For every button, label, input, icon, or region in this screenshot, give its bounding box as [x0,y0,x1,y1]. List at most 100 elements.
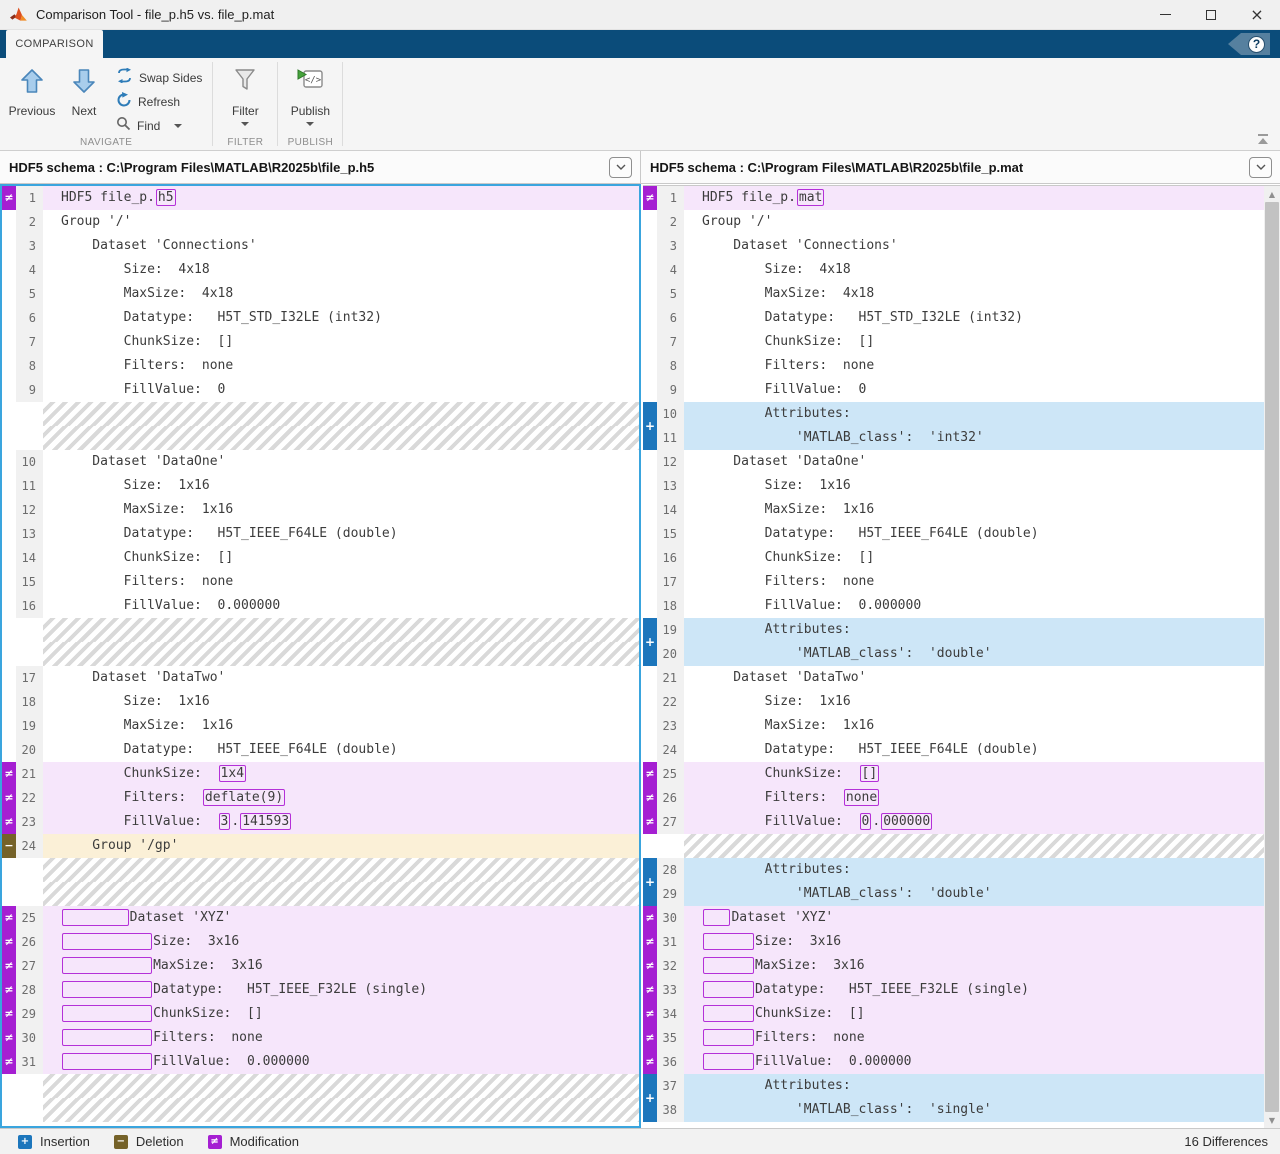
line-content: Dataset 'XYZ' [43,906,639,930]
left-pane[interactable]: ≠1HDF5 file_p.h52Group '/'3 Dataset 'Con… [0,184,641,1128]
line-number: 29 [16,1002,43,1026]
diff-row[interactable]: ≠35 Filters: none [643,1026,1264,1050]
diff-row[interactable]: ≠29 ChunkSize: [] [2,1002,639,1026]
diff-row[interactable]: ≠22 Filters: deflate(9) [2,786,639,810]
diff-row[interactable]: ≠27 MaxSize: 3x16 [2,954,639,978]
line-number [16,1074,43,1098]
changed-fragment [62,1029,152,1046]
diff-row: 23 MaxSize: 1x16 [643,714,1264,738]
diff-row[interactable]: +10 Attributes: [643,402,1264,426]
line-number: 2 [657,210,684,234]
line-content: MaxSize: 3x16 [43,954,639,978]
line-content: Filters: none [43,570,639,594]
line-content: Dataset 'DataOne' [43,450,639,474]
filter-button[interactable]: Filter [219,62,271,126]
diff-row[interactable]: ≠27 FillValue: 0.000000 [643,810,1264,834]
right-pane-title: HDF5 schema : C:\Program Files\MATLAB\R2… [641,160,1023,175]
row-marker [643,258,657,282]
row-marker [2,1074,16,1098]
right-pane-options-button[interactable] [1249,157,1272,178]
row-marker [643,234,657,258]
row-marker [2,1098,16,1122]
minimize-button[interactable] [1142,0,1188,30]
collapse-ribbon-button[interactable] [1258,134,1268,144]
changed-fragment [62,1005,152,1022]
diff-row[interactable]: −24 Group '/gp' [2,834,639,858]
row-marker [643,330,657,354]
row-marker [2,738,16,762]
diff-row: 14 MaxSize: 1x16 [643,498,1264,522]
diff-row[interactable]: ≠23 FillValue: 3.141593 [2,810,639,834]
line-number: 15 [657,522,684,546]
diff-row: 6 Datatype: H5T_STD_I32LE (int32) [2,306,639,330]
previous-button[interactable]: Previous [6,62,58,118]
diff-row[interactable]: ≠26 Filters: none [643,786,1264,810]
line-content: FillValue: 0 [43,378,639,402]
help-button[interactable]: ? [1228,33,1270,55]
line-content: ChunkSize: [] [684,330,1264,354]
diff-row[interactable]: ≠25 Dataset 'XYZ' [2,906,639,930]
diff-row: 16 ChunkSize: [] [643,546,1264,570]
row-marker: ≠ [2,810,16,834]
diff-row[interactable]: 11 'MATLAB_class': 'int32' [643,426,1264,450]
vertical-scrollbar[interactable]: ▲ ▼ [1264,186,1280,1128]
close-icon: × [1250,7,1263,23]
diff-row[interactable]: ≠26 Size: 3x16 [2,930,639,954]
line-content: Datatype: H5T_STD_I32LE (int32) [43,306,639,330]
row-marker [2,378,16,402]
diff-row[interactable]: ≠36 FillValue: 0.000000 [643,1050,1264,1074]
line-number: 5 [657,282,684,306]
tab-comparison[interactable]: COMPARISON [6,30,103,58]
line-number: 26 [16,930,43,954]
line-content: Dataset 'DataTwo' [43,666,639,690]
close-button[interactable]: × [1234,0,1280,30]
row-marker [2,522,16,546]
line-content: Attributes: [684,858,1264,882]
diff-row[interactable]: ≠28 Datatype: H5T_IEEE_F32LE (single) [2,978,639,1002]
diff-row[interactable]: ≠31 FillValue: 0.000000 [2,1050,639,1074]
line-content: Datatype: H5T_IEEE_F64LE (double) [684,738,1264,762]
diff-row[interactable]: ≠21 ChunkSize: 1x4 [2,762,639,786]
swap-sides-button[interactable]: Swap Sides [112,66,206,90]
diff-row[interactable]: ≠31 Size: 3x16 [643,930,1264,954]
row-marker: ≠ [2,1002,16,1026]
right-pane[interactable]: ≠1HDF5 file_p.mat2Group '/'3 Dataset 'Co… [643,185,1280,1128]
diff-row[interactable]: 20 'MATLAB_class': 'double' [643,642,1264,666]
find-button[interactable]: Find [112,114,206,138]
diff-row[interactable]: 29 'MATLAB_class': 'double' [643,882,1264,906]
diff-row[interactable]: ≠1HDF5 file_p.h5 [2,186,639,210]
maximize-button[interactable] [1188,0,1234,30]
line-number: 11 [16,474,43,498]
line-number: 30 [657,906,684,930]
scrollbar-thumb[interactable] [1265,202,1279,1112]
diff-row[interactable]: ≠1HDF5 file_p.mat [643,186,1264,210]
diff-row[interactable]: 38 'MATLAB_class': 'single' [643,1098,1264,1122]
scroll-down-icon[interactable]: ▼ [1264,1112,1280,1128]
diff-row[interactable]: ≠30 Dataset 'XYZ' [643,906,1264,930]
publish-button[interactable]: </> Publish [284,62,336,126]
diff-row[interactable]: ≠33 Datatype: H5T_IEEE_F32LE (single) [643,978,1264,1002]
diff-row: 15 Filters: none [2,570,639,594]
row-marker [643,834,657,858]
line-number: 12 [657,450,684,474]
diff-row[interactable]: +19 Attributes: [643,618,1264,642]
diff-row: 3 Dataset 'Connections' [643,234,1264,258]
diff-row[interactable]: ≠25 ChunkSize: [] [643,762,1264,786]
diff-row[interactable]: ≠34 ChunkSize: [] [643,1002,1264,1026]
diff-row[interactable]: +37 Attributes: [643,1074,1264,1098]
diff-row[interactable]: +28 Attributes: [643,858,1264,882]
diff-row[interactable]: ≠32 MaxSize: 3x16 [643,954,1264,978]
scroll-up-icon[interactable]: ▲ [1264,186,1280,202]
row-marker: ≠ [643,1026,657,1050]
left-pane-options-button[interactable] [609,157,632,178]
line-number: 29 [657,882,684,906]
line-content: Attributes: [684,618,1264,642]
next-button[interactable]: Next [58,62,110,118]
diff-row: 6 Datatype: H5T_STD_I32LE (int32) [643,306,1264,330]
diff-row: 22 Size: 1x16 [643,690,1264,714]
changed-fragment: 1x4 [219,765,246,782]
line-number: 8 [16,354,43,378]
row-marker [643,666,657,690]
refresh-button[interactable]: Refresh [112,90,206,114]
diff-row[interactable]: ≠30 Filters: none [2,1026,639,1050]
